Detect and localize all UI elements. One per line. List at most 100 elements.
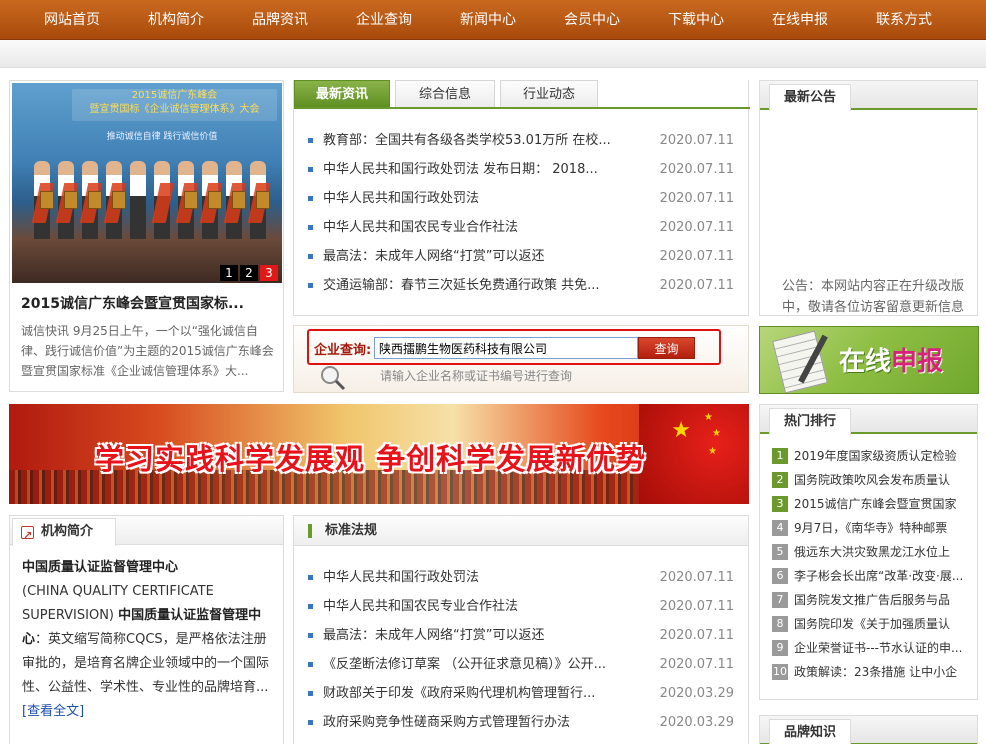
nav-contact[interactable]: 联系方式: [876, 0, 932, 40]
hot-ranking-tab[interactable]: 热门排行: [769, 408, 852, 435]
nav-home[interactable]: 网站首页: [44, 0, 100, 40]
hot-item[interactable]: 8 国务院印发《关于加强质量认: [772, 612, 972, 636]
regs-item-title[interactable]: 最高法：未成年人网络“打赏”可以返还: [323, 621, 643, 650]
news-item[interactable]: 交通运输部：春节三次延长免费通行政策 共免... 2020.07.11: [308, 271, 734, 300]
hot-item[interactable]: 10 政策解读：23条措施 让中小企: [772, 660, 972, 684]
hot-item[interactable]: 6 李子彬会长出席“改革·改变·展...: [772, 564, 972, 588]
bullet-icon: [308, 604, 313, 609]
regs-title: 标准法规: [325, 523, 378, 538]
flag-graphic: [639, 404, 749, 504]
online-apply-text1: 在线: [839, 347, 892, 377]
regs-list: 中华人民共和国行政处罚法 2020.07.11 中华人民共和国农民专业合作社法 202…: [308, 563, 734, 737]
news-item[interactable]: 最高法：未成年人网络“打赏”可以返还 2020.07.11: [308, 242, 734, 271]
news-item-date: 2020.07.11: [659, 133, 734, 148]
feature-title[interactable]: 2015诚信广东峰会暨宣贯国家标...: [21, 293, 276, 313]
top-navigation: 网站首页 机构简介 品牌资讯 企业查询 新闻中心 会员中心 下载中心 在线申报 …: [0, 0, 986, 40]
news-item-title[interactable]: 中华人民共和国行政处罚法 发布日期： 2018...: [323, 155, 643, 184]
search-hint: 请输入企业名称或证书编号进行查询: [380, 369, 573, 383]
regs-item[interactable]: 财政部关于印发《政府采购代理机构管理暂行... 2020.03.29: [308, 679, 734, 708]
nav-about[interactable]: 机构简介: [148, 0, 204, 40]
hot-item[interactable]: 4 9月7日，《南华寺》特种邮票: [772, 516, 972, 540]
news-panel: 最新资讯 综合信息 行业动态 教育部：全国共有各级各类学校53.01万所 在校.…: [293, 80, 750, 316]
regs-item-title[interactable]: 《反垄断法修订草案 （公开征求意见稿）》公开...: [323, 650, 643, 679]
sub-bar: [0, 40, 986, 68]
search-input[interactable]: [374, 337, 638, 359]
regs-item[interactable]: 中华人民共和国行政处罚法 2020.07.11: [308, 563, 734, 592]
tab-latest-news[interactable]: 最新资讯: [294, 80, 390, 107]
news-item[interactable]: 中华人民共和国行政处罚法 2020.07.11: [308, 184, 734, 213]
rank-badge: 8: [772, 616, 788, 632]
news-item-title[interactable]: 中华人民共和国农民专业合作社法: [323, 213, 643, 242]
tab-general-info[interactable]: 综合信息: [395, 80, 495, 107]
photo-banner-line2: 暨宣贯国标《企业诚信管理体系》大会: [89, 104, 260, 115]
hot-item-title[interactable]: 国务院发文推广告后服务与品: [794, 588, 950, 612]
hot-item-title[interactable]: 李子彬会长出席“改革·改变·展...: [794, 564, 963, 588]
news-item-date: 2020.07.11: [659, 191, 734, 206]
pager-3[interactable]: 3: [260, 265, 278, 281]
regs-item[interactable]: 最高法：未成年人网络“打赏”可以返还 2020.07.11: [308, 621, 734, 650]
notice-tab[interactable]: 最新公告: [769, 84, 852, 111]
brand-knowledge-tab[interactable]: 品牌知识: [769, 719, 852, 744]
bullet-icon: [308, 720, 313, 725]
hot-item[interactable]: 1 2019年度国家级资质认定检验: [772, 444, 972, 468]
rank-badge: 1: [772, 448, 788, 464]
hot-list: 1 2019年度国家级资质认定检验 2 国务院政策吹风会发布质量认 3 2015诚信广东峰…: [772, 444, 972, 684]
hot-item-title[interactable]: 企业荣誉证书---节水认证的申...: [794, 636, 962, 660]
hot-item[interactable]: 7 国务院发文推广告后服务与品: [772, 588, 972, 612]
hot-item[interactable]: 5 俄远东大洪灾致黑龙江水位上: [772, 540, 972, 564]
feature-photo[interactable]: 2015诚信广东峰会 暨宣贯国标《企业诚信管理体系》大会 推动诚信自律 践行诚信…: [12, 83, 282, 283]
hot-item-title[interactable]: 2015诚信广东峰会暨宣贯国家: [794, 492, 957, 516]
org-intro-tab[interactable]: 机构简介: [12, 518, 116, 549]
bullet-icon: [308, 196, 313, 201]
star-icon: ★: [671, 418, 691, 443]
bullet-icon: [308, 633, 313, 638]
regs-item-title[interactable]: 中华人民共和国农民专业合作社法: [323, 592, 643, 621]
regs-item[interactable]: 中华人民共和国农民专业合作社法 2020.07.11: [308, 592, 734, 621]
bullet-icon: [308, 691, 313, 696]
regs-item[interactable]: 《反垄断法修订草案 （公开征求意见稿）》公开... 2020.07.11: [308, 650, 734, 679]
search-button[interactable]: 查询: [638, 337, 695, 359]
hot-item-title[interactable]: 9月7日，《南华寺》特种邮票: [794, 516, 947, 540]
notice-text: 公告：本网站内容正在升级改版中，敬请各位访客留意更新信息: [782, 279, 965, 315]
hot-item-title[interactable]: 国务院印发《关于加强质量认: [794, 612, 950, 636]
nav-enterprise-query[interactable]: 企业查询: [356, 0, 412, 40]
regs-item-title[interactable]: 中华人民共和国行政处罚法: [323, 563, 643, 592]
bullet-icon: [308, 254, 313, 259]
regs-item-date: 2020.07.11: [659, 628, 734, 643]
rank-badge: 3: [772, 496, 788, 512]
news-item-title[interactable]: 交通运输部：春节三次延长免费通行政策 共免...: [323, 271, 643, 300]
nav-brand-news[interactable]: 品牌资讯: [252, 0, 308, 40]
news-tabs: 最新资讯 综合信息 行业动态: [294, 80, 750, 109]
banner-slogan: 学习实践科学发展观 争创科学发展新优势: [95, 442, 647, 476]
hot-item-title[interactable]: 国务院政策吹风会发布质量认: [794, 468, 950, 492]
read-more-link[interactable]: [查看全文]: [22, 704, 84, 719]
hot-item-title[interactable]: 政策解读：23条措施 让中小企: [794, 660, 957, 684]
news-item-title[interactable]: 教育部：全国共有各级各类学校53.01万所 在校...: [323, 126, 643, 155]
news-item-date: 2020.07.11: [659, 249, 734, 264]
pager-2[interactable]: 2: [240, 265, 258, 281]
news-item[interactable]: 中华人民共和国行政处罚法 发布日期： 2018... 2020.07.11: [308, 155, 734, 184]
online-apply-banner[interactable]: 在线申报: [759, 326, 979, 394]
regs-item[interactable]: 政府采购竞争性磋商采购方式管理暂行办法 2020.03.29: [308, 708, 734, 737]
nav-download-center[interactable]: 下载中心: [668, 0, 724, 40]
pager-1[interactable]: 1: [220, 265, 238, 281]
news-item-title[interactable]: 最高法：未成年人网络“打赏”可以返还: [323, 242, 643, 271]
hot-item-title[interactable]: 俄远东大洪灾致黑龙江水位上: [794, 540, 950, 564]
news-item-title[interactable]: 中华人民共和国行政处罚法: [323, 184, 643, 213]
hot-item[interactable]: 9 企业荣誉证书---节水认证的申...: [772, 636, 972, 660]
external-link-icon: [21, 523, 34, 549]
hot-item[interactable]: 2 国务院政策吹风会发布质量认: [772, 468, 972, 492]
nav-news-center[interactable]: 新闻中心: [460, 0, 516, 40]
news-item[interactable]: 中华人民共和国农民专业合作社法 2020.07.11: [308, 213, 734, 242]
nav-member-center[interactable]: 会员中心: [564, 0, 620, 40]
news-item[interactable]: 教育部：全国共有各级各类学校53.01万所 在校... 2020.07.11: [308, 126, 734, 155]
slogan-banner[interactable]: ★ ★ ★ ★ 学习实践科学发展观 争创科学发展新优势: [9, 404, 749, 504]
hot-item-title[interactable]: 2019年度国家级资质认定检验: [794, 444, 957, 468]
tab-industry-news[interactable]: 行业动态: [500, 80, 598, 107]
news-item-date: 2020.07.11: [659, 220, 734, 235]
nav-online-apply[interactable]: 在线申报: [772, 0, 828, 40]
hot-item[interactable]: 3 2015诚信广东峰会暨宣贯国家: [772, 492, 972, 516]
regs-item-title[interactable]: 财政部关于印发《政府采购代理机构管理暂行...: [323, 679, 643, 708]
regs-item-title[interactable]: 政府采购竞争性磋商采购方式管理暂行办法: [323, 708, 643, 737]
bullet-icon: [308, 167, 313, 172]
